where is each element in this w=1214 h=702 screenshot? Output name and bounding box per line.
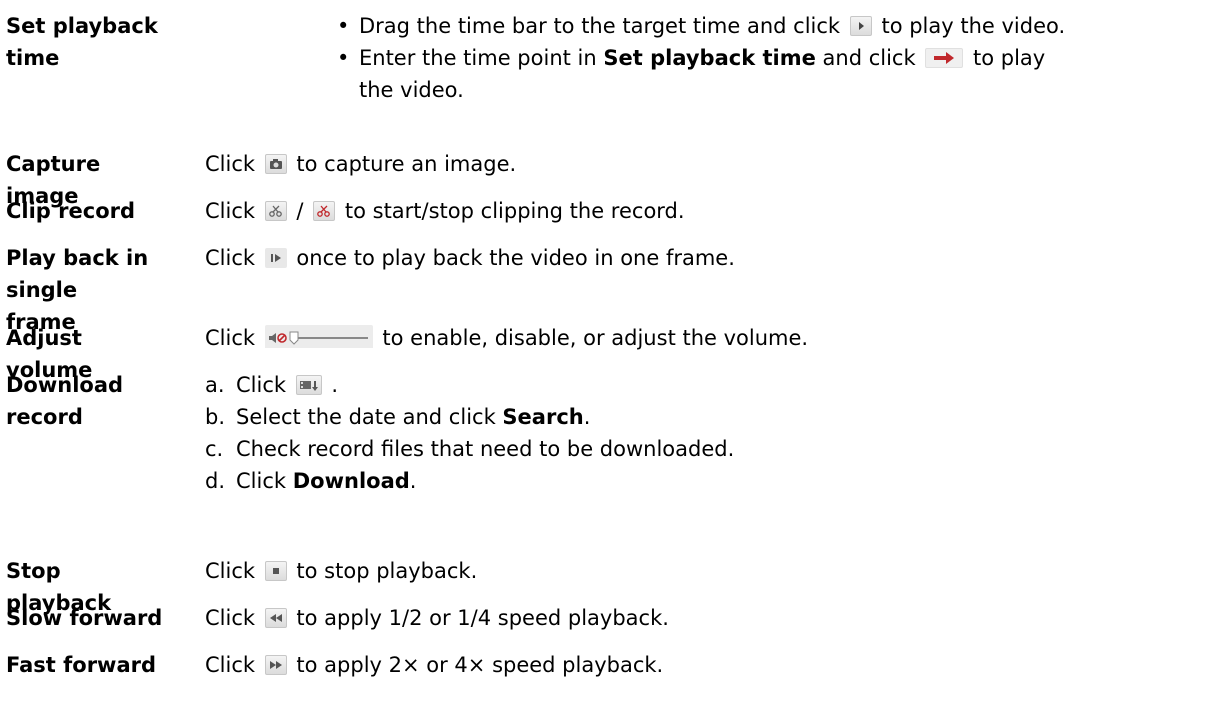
description: Click to apply 1/2 or 1/4 speed playback… [205,602,1210,634]
slow-forward-icon [264,608,287,628]
step-text: Select the date and click [236,405,496,429]
step-letter: d. [205,469,226,493]
desc-text: Click [205,326,256,350]
bullet-text-end: to play [973,46,1046,70]
step-text-end: . [583,405,591,429]
term-line-1: Play back in single [6,246,149,302]
step-letter: b. [205,405,226,429]
desc-text: Click [205,559,256,583]
desc-text-end: to start/stop clipping the record. [344,199,685,223]
description: Click to capture an image. [205,148,1210,180]
bullet-marker: • [337,46,350,70]
go-arrow-icon [925,48,964,68]
bold-term: Set playback time [603,46,816,70]
single-frame-icon [264,248,287,268]
bold-term: Download [292,469,410,493]
step-item: b. Select the date and click Search. [205,401,1210,433]
desc-text-end: to enable, disable, or adjust the volume… [382,326,809,350]
term-label: Fast forward [6,653,157,677]
desc-text: Click [205,152,256,176]
fast-forward-icon [264,655,287,675]
download-icon [295,375,322,395]
desc-text: Click [205,606,256,630]
desc-text: Click [205,199,256,223]
step-text: Click [236,469,287,493]
step-text-end: . [331,373,339,397]
bold-term: Search [502,405,584,429]
step-text-end: . [409,469,417,493]
step-text: Check record files that need to be downl… [236,437,735,461]
step-letter: a. [205,373,225,397]
separator: / [296,199,304,223]
description: a. Click . b. Select the date and click … [205,369,1210,497]
desc-text-end: once to play back the video in one frame… [296,246,735,270]
description: Click once to play back the video in one… [205,242,1210,274]
play-icon [849,16,872,36]
stop-icon [264,561,287,581]
desc-text-end: to apply 1/2 or 1/4 speed playback. [296,606,669,630]
bullet-text: Drag the time bar to the target time and… [359,14,841,38]
step-item: c. Check record files that need to be do… [205,433,1210,465]
step-text: Click [236,373,287,397]
step-item: a. Click . [205,369,1210,401]
term-label: Clip record [6,199,136,223]
bullet-text-mid: and click [822,46,916,70]
description: Click / to start/stop clipping the recor… [205,195,1210,227]
description: • Drag the time bar to the target time a… [330,10,1210,106]
description: Click to apply 2× or 4× speed playback. [205,649,1210,681]
step-item: d. Click Download. [205,465,1210,497]
bullet-text-end: to play the video. [881,14,1066,38]
desc-text-end: to stop playback. [296,559,478,583]
clip-stop-icon [313,201,336,221]
desc-text-end: to capture an image. [296,152,517,176]
playback-controls-table: Set playback time • Drag the time bar to… [0,0,1214,702]
bullet-text: Enter the time point in [359,46,597,70]
volume-slider-icon [264,325,373,348]
desc-text: Click [205,246,256,270]
bullet-continuation: the video. [359,78,464,102]
desc-text-end: to apply 2× or 4× speed playback. [296,653,664,677]
bullet-item: • Enter the time point in Set playback t… [330,42,1210,74]
bullet-marker: • [337,14,350,38]
clip-start-icon [264,201,287,221]
camera-icon [264,154,287,174]
description: Click to enable, disable, or adjust the … [205,322,1210,354]
description: Click to stop playback. [205,555,1210,587]
bullet-item: • Drag the time bar to the target time a… [330,10,1210,42]
desc-text: Click [205,653,256,677]
term-label: Slow forward [6,606,163,630]
step-letter: c. [205,437,224,461]
term-label: Set playback time [6,14,158,70]
term-label: Download record [6,373,124,429]
